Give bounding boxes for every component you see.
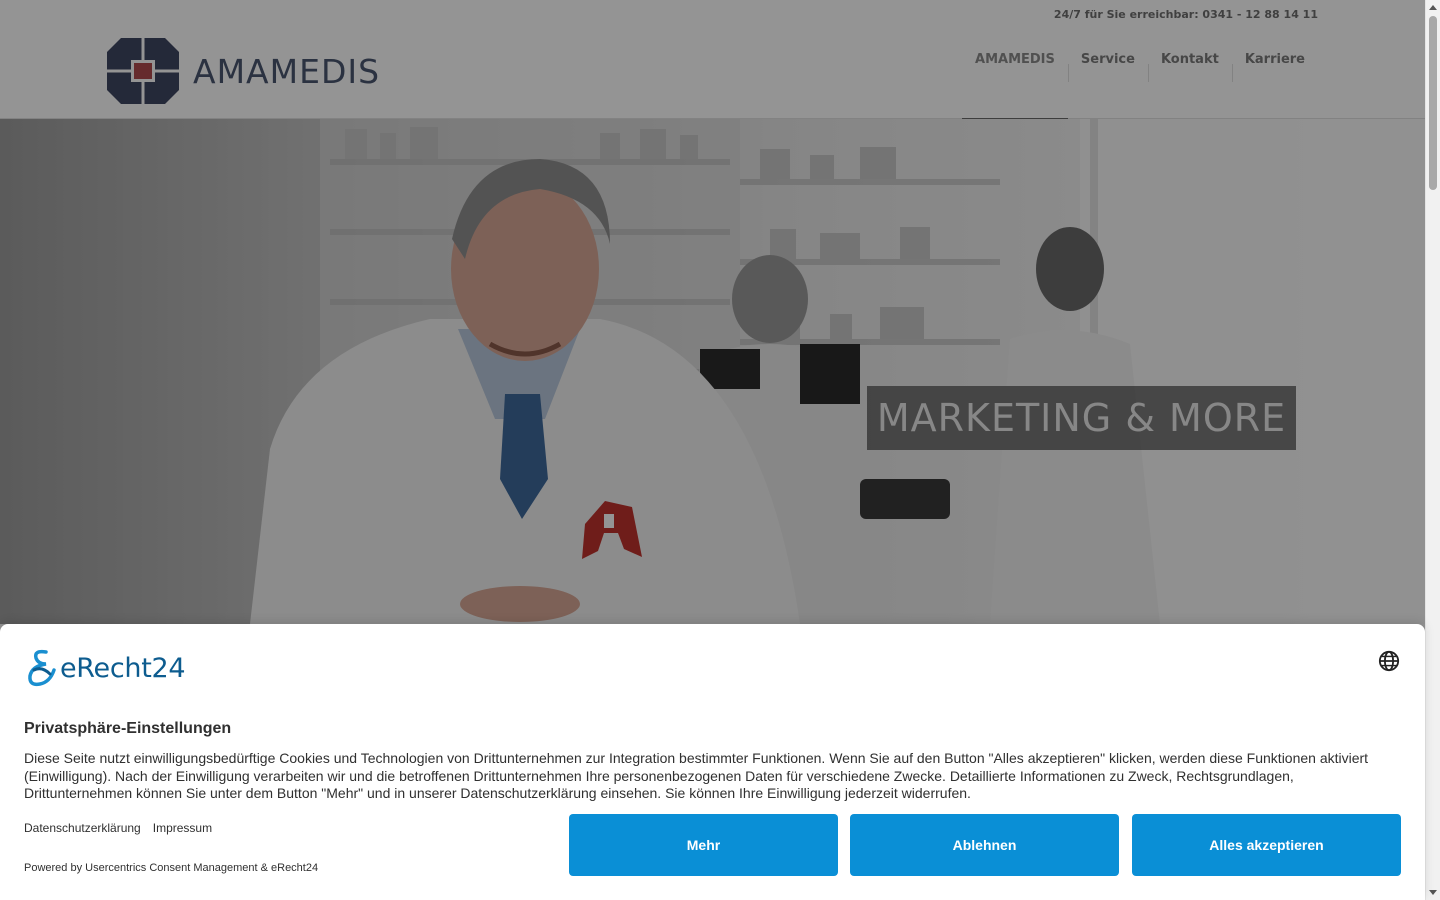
- privacy-policy-link[interactable]: Datenschutzerklärung: [24, 821, 141, 835]
- consent-title: Privatsphäre-Einstellungen: [24, 720, 232, 737]
- brand-name: eRecht24: [60, 652, 186, 684]
- consent-banner: eRecht24 Privatsphäre-Einstellungen Dies…: [0, 624, 1425, 900]
- more-button[interactable]: Mehr: [569, 814, 838, 876]
- erecht24-logo: eRecht24: [24, 648, 186, 688]
- imprint-link[interactable]: Impressum: [153, 821, 212, 835]
- scroll-thumb[interactable]: [1429, 16, 1437, 190]
- page-scrollbar[interactable]: [1425, 0, 1440, 900]
- powered-by-text: Powered by Usercentrics Consent Manageme…: [24, 862, 319, 874]
- globe-icon[interactable]: [1378, 650, 1400, 672]
- scroll-up-arrow-icon[interactable]: [1429, 5, 1437, 10]
- erecht24-logo-icon: [28, 649, 56, 687]
- scroll-down-arrow-icon[interactable]: [1429, 890, 1437, 895]
- accept-all-button[interactable]: Alles akzeptieren: [1132, 814, 1401, 876]
- consent-description: Diese Seite nutzt einwilligungsbedürftig…: [24, 750, 1369, 801]
- consent-links: Datenschutzerklärung Impressum: [24, 821, 212, 835]
- deny-button[interactable]: Ablehnen: [850, 814, 1119, 876]
